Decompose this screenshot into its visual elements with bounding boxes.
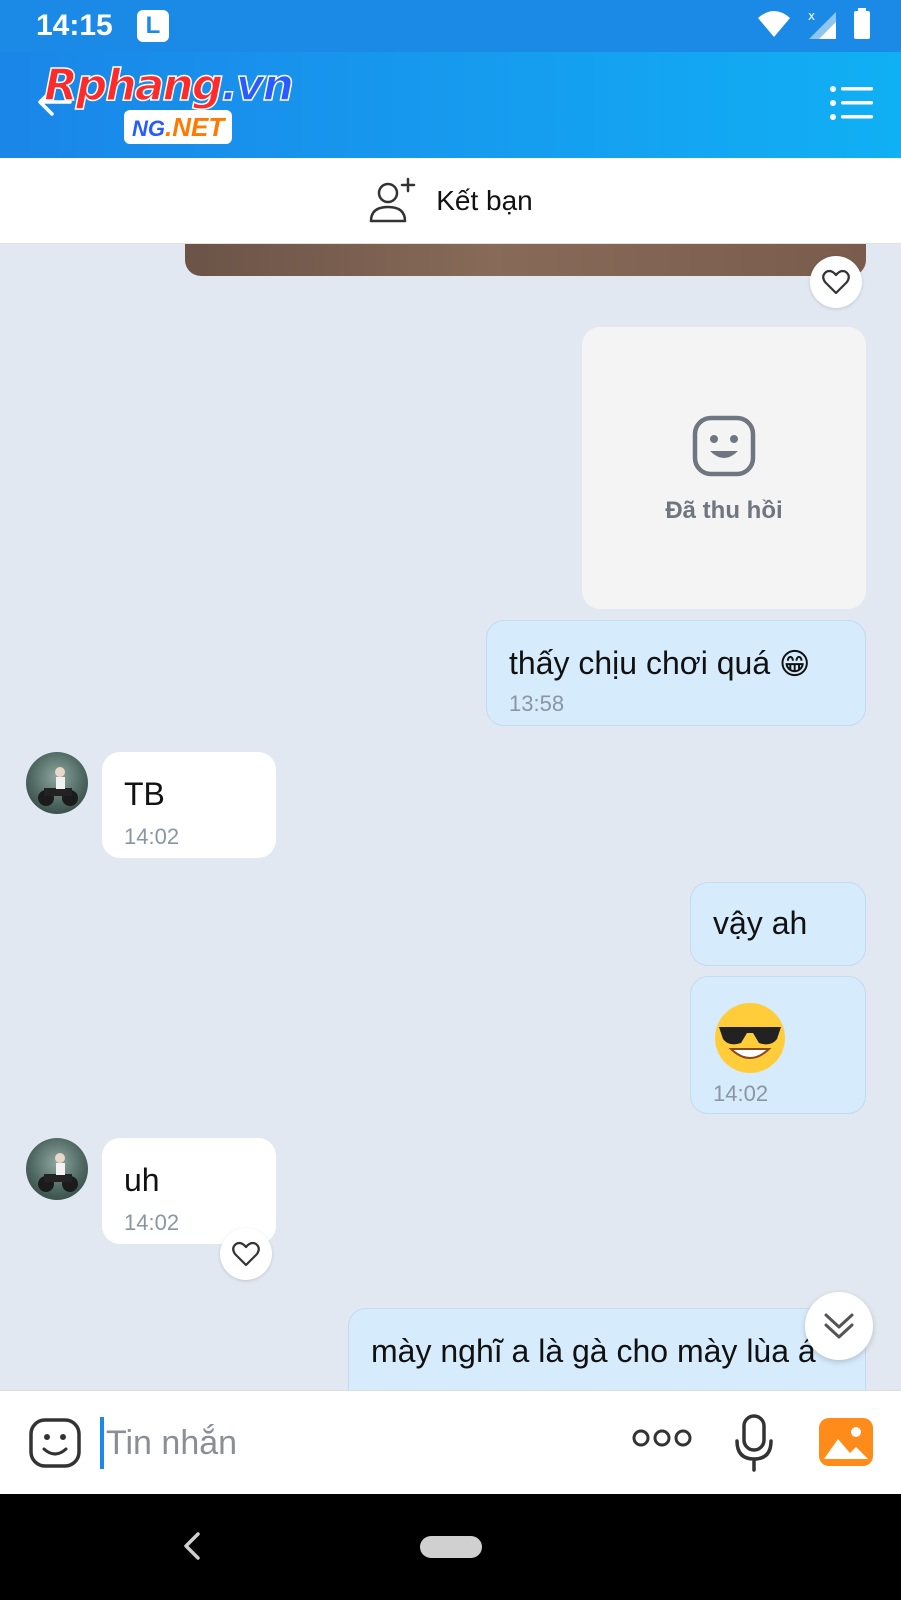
svg-text:x: x — [808, 9, 815, 23]
grin-emoji: 😁 — [779, 647, 811, 682]
react-heart-button[interactable] — [810, 256, 862, 308]
scroll-to-bottom-button[interactable] — [805, 1292, 873, 1360]
heart-icon — [232, 1241, 260, 1267]
message-text: thấy chịu chơi quá 😁 — [509, 645, 811, 682]
system-nav-bar — [0, 1494, 901, 1600]
add-friend-bar[interactable]: Kết bạn — [0, 158, 901, 244]
message-bubble[interactable]: mày nghĩ a là gà cho mày lùa á — [348, 1308, 866, 1390]
message-time: 14:02 — [124, 1210, 180, 1235]
message-time: 14:02 — [124, 824, 180, 849]
photo-gallery-icon[interactable] — [818, 1417, 874, 1467]
signal-icon: x — [808, 9, 836, 39]
status-bar: 14:15 L x — [0, 0, 901, 52]
message-time: 14:02 — [713, 1081, 769, 1106]
sunglasses-emoji — [715, 1003, 785, 1073]
status-icons: x — [757, 8, 871, 40]
nav-back-icon[interactable] — [182, 1528, 202, 1564]
battery-icon — [854, 8, 870, 39]
message-bubble[interactable]: TB 14:02 — [102, 752, 276, 858]
image-message[interactable] — [185, 244, 866, 276]
menu-list-icon[interactable] — [829, 85, 873, 121]
message-bubble[interactable]: thấy chịu chơi quá 😁 13:58 — [486, 620, 866, 726]
logo-wordmark: Rphang.vn — [43, 59, 294, 112]
message-text: TB — [124, 776, 165, 812]
site-logo: Rphang.vn NG.NET — [43, 59, 324, 150]
message-text: vậy ah — [713, 905, 808, 941]
message-bubble[interactable]: vậy ah — [690, 882, 866, 966]
add-friend-icon — [369, 177, 416, 222]
message-input[interactable] — [106, 1413, 586, 1473]
app-notification-badge: L — [137, 10, 169, 42]
add-friend-label: Kết bạn — [436, 184, 533, 216]
recalled-message[interactable]: Đã thu hồi — [582, 327, 866, 609]
react-heart-button[interactable] — [220, 1228, 272, 1280]
smile-icon — [692, 415, 756, 477]
message-text: mày nghĩ a là gà cho mày lùa á — [371, 1333, 816, 1369]
text-cursor — [100, 1417, 104, 1469]
recalled-label: Đã thu hồi — [665, 497, 783, 524]
logo-sub-badge: NG.NET — [124, 110, 233, 144]
message-text: uh — [124, 1162, 160, 1198]
sticker-icon[interactable] — [28, 1417, 82, 1469]
emoji-message-bubble[interactable]: 14:02 — [690, 976, 866, 1114]
status-time: 14:15 — [36, 9, 113, 42]
avatar[interactable] — [26, 1138, 88, 1200]
message-time: 13:58 — [509, 691, 565, 716]
app-header: Rphang.vn NG.NET — [0, 52, 901, 158]
message-composer — [0, 1390, 901, 1494]
avatar[interactable] — [26, 752, 88, 814]
double-chevron-down-icon — [824, 1313, 854, 1339]
heart-icon — [822, 269, 850, 295]
avatar-photo — [38, 1153, 78, 1192]
avatar-photo — [38, 767, 78, 806]
wifi-icon — [758, 11, 790, 37]
microphone-icon[interactable] — [734, 1413, 774, 1473]
chat-area[interactable]: Đã thu hồi thấy chịu chơi quá 😁 13:58 TB… — [0, 244, 901, 1390]
nav-home-pill[interactable] — [420, 1536, 482, 1558]
more-options-icon[interactable] — [632, 1427, 692, 1449]
